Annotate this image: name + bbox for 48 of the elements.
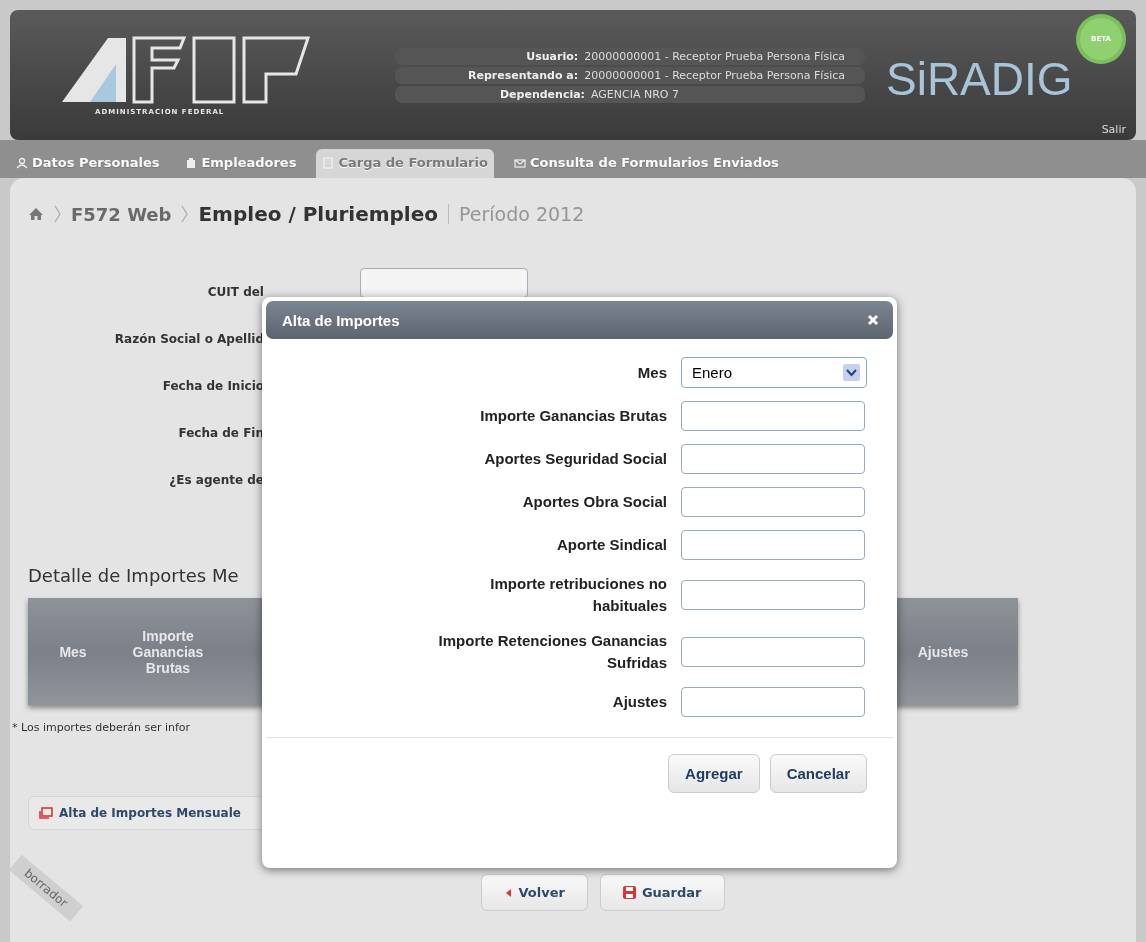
- dialog-button[interactable]: Cancelar: [769, 754, 867, 793]
- field-label: Aporte Sindical: [555, 535, 667, 555]
- input-field[interactable]: [681, 580, 865, 610]
- input-field[interactable]: [360, 268, 528, 298]
- person-icon: [16, 156, 28, 169]
- close-icon[interactable]: [867, 314, 879, 326]
- section-title: Detalle de Importes Me: [28, 565, 239, 586]
- logout-link[interactable]: Salir: [1101, 123, 1126, 136]
- column-header: Importe Ganancias Brutas: [131, 627, 205, 676]
- input-field[interactable]: [681, 401, 865, 431]
- breadcrumb-item: Empleo / Pluriempleo: [198, 202, 438, 226]
- form-label: Fecha de Inicio: [161, 378, 264, 393]
- windows-icon: [37, 806, 53, 820]
- input-field[interactable]: [681, 444, 865, 474]
- form-label: Razón Social o Apellid: [113, 331, 264, 346]
- breadcrumb-item[interactable]: F572 Web: [71, 203, 172, 225]
- user-info-row: Representando a: 20000000001 - Receptor Prueba Persona Física: [395, 66, 865, 84]
- field-label: Aportes Obra Social: [521, 492, 667, 512]
- user-info-row: Dependencia: AGENCIA NRO 7: [395, 85, 865, 103]
- caret-left-icon: [504, 887, 513, 898]
- field-label: Importe Ganancias Brutas: [479, 406, 667, 426]
- action-button[interactable]: Guardar: [599, 874, 725, 911]
- field-label: Ajustes: [611, 692, 667, 712]
- action-button[interactable]: Volver: [481, 874, 588, 911]
- column-header: Mes: [58, 643, 88, 660]
- input-field[interactable]: [681, 530, 865, 560]
- field-label: Importe retribuciones no habituales: [489, 574, 667, 616]
- input-field[interactable]: [681, 637, 865, 667]
- footnote: * Los importes deberán ser infor: [12, 721, 191, 734]
- logo-icon: [60, 34, 310, 104]
- building-icon: [185, 156, 198, 169]
- chevron-icon: [181, 205, 189, 223]
- dialog-button[interactable]: Agregar: [668, 754, 760, 793]
- column-header: Ajustes: [916, 643, 970, 660]
- input-field[interactable]: [681, 687, 865, 717]
- input-field[interactable]: [681, 487, 865, 517]
- field-label: Importe Retenciones Ganancias Sufridas: [437, 631, 667, 673]
- chevron-icon: [54, 205, 61, 223]
- dialog-title: Alta de Importes: [282, 311, 400, 329]
- month-select[interactable]: Enero: [681, 357, 867, 388]
- field-label: Mes: [636, 362, 667, 383]
- home-icon[interactable]: [28, 207, 44, 221]
- form-label: CUIT del: [206, 284, 264, 299]
- app-name: SiRADIG: [886, 52, 1073, 106]
- envelope-icon: [513, 156, 526, 169]
- period-label: Período 2012: [459, 203, 585, 225]
- field-label: Aportes Seguridad Social: [483, 449, 667, 469]
- user-info-row: Usuario: 20000000001 - Receptor Prueba Persona Física: [395, 47, 865, 65]
